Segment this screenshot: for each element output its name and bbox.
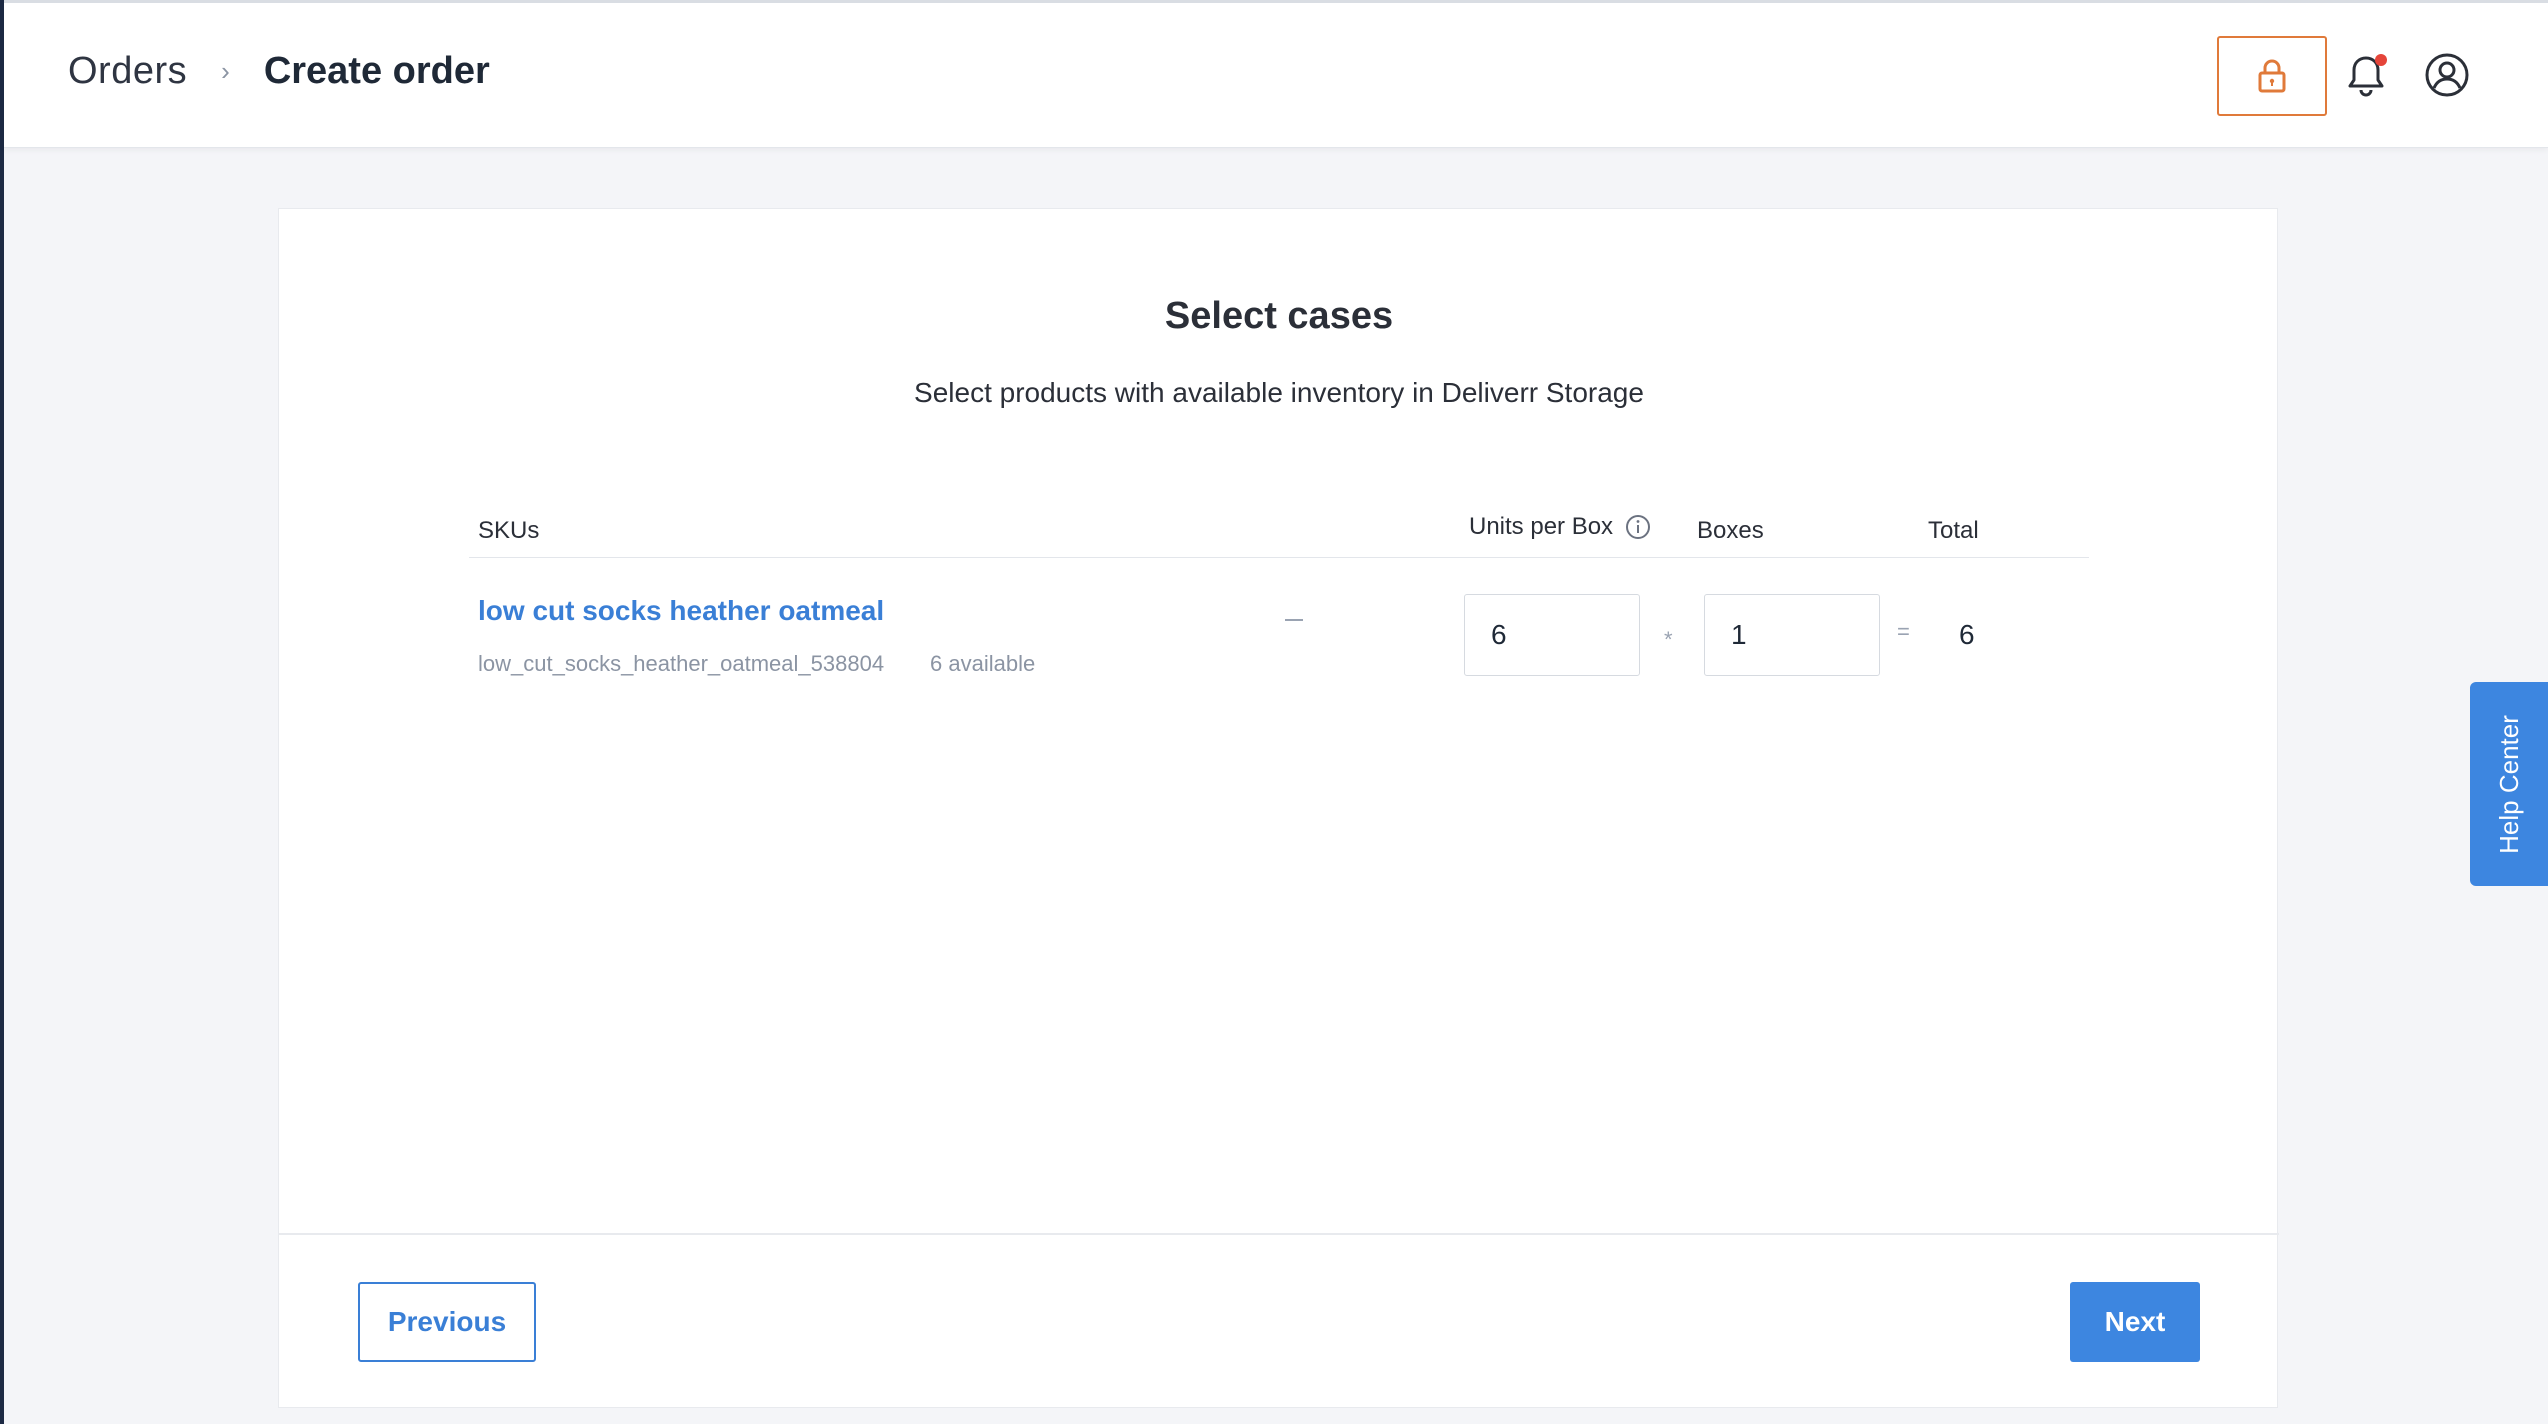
column-header-units-per-box-label: Units per Box — [1469, 513, 1614, 540]
breadcrumb-separator: › — [221, 56, 230, 86]
notification-dot — [2375, 54, 2387, 66]
column-header-boxes: Boxes — [1697, 517, 1764, 544]
help-center-tab[interactable]: Help Center — [2470, 682, 2548, 886]
units-per-box-input[interactable] — [1464, 594, 1640, 676]
column-header-units-per-box: Units per Box — [1469, 513, 1651, 541]
select-cases-card: Select cases Select products with availa… — [278, 208, 2279, 1408]
next-button[interactable]: Next — [2070, 1282, 2200, 1362]
top-header: Orders › Create order — [4, 0, 2548, 148]
card-subtitle: Select products with available inventory… — [914, 377, 1644, 408]
column-header-skus: SKUs — [478, 517, 540, 544]
product-availability: 6 available — [930, 651, 1036, 676]
help-center-label: Help Center — [2493, 714, 2524, 854]
info-icon[interactable] — [1625, 514, 1651, 540]
user-account-icon[interactable] — [2424, 52, 2470, 98]
lock-button[interactable] — [2217, 36, 2327, 116]
equals-symbol: = — [1897, 619, 1910, 644]
multiply-symbol: * — [1664, 627, 1673, 652]
breadcrumb-orders-link[interactable]: Orders — [68, 50, 187, 93]
page-title: Create order — [263, 50, 490, 92]
breadcrumb: Orders › Create order — [68, 50, 490, 93]
row-dash-divider — [1285, 619, 1303, 621]
previous-button[interactable]: Previous — [358, 1282, 536, 1362]
boxes-input[interactable] — [1704, 594, 1880, 676]
footer-divider — [279, 1233, 2279, 1235]
row-total-value: 6 — [1959, 619, 1975, 650]
table-header-divider — [469, 557, 2089, 558]
left-edge — [0, 0, 4, 1424]
product-sku: low_cut_socks_heather_oatmeal_538804 — [478, 651, 885, 676]
lock-icon — [2258, 59, 2286, 93]
card-title: Select cases — [1164, 295, 1394, 337]
column-header-total: Total — [1928, 517, 1979, 544]
page: Orders › Create order Select cases Selec… — [0, 0, 2548, 1424]
product-name-link[interactable]: low cut socks heather oatmeal — [478, 595, 884, 627]
top-border — [4, 0, 2548, 3]
